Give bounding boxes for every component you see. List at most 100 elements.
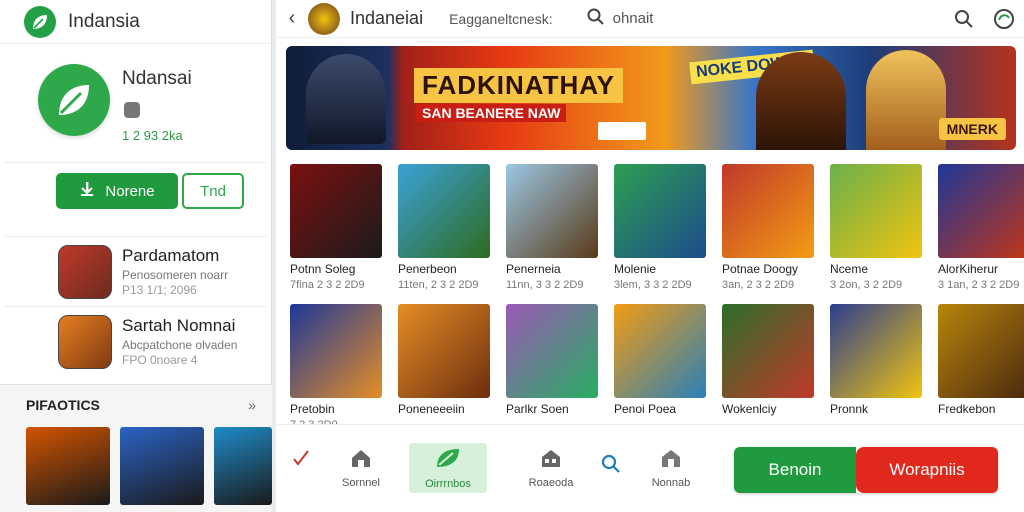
nav-library-label: Oirrrnbos	[425, 477, 471, 490]
featured-section: PIFAOTICS »	[0, 384, 272, 512]
game-card[interactable]: Nceme 3 2on, 3 2 2D9	[830, 164, 934, 300]
game-title: AlorKiherur	[938, 262, 999, 276]
game-thumbnail	[938, 304, 1024, 398]
promo-banner[interactable]: FADKINATHAY SAN BEANERE NAW NOKE DOWNS M…	[286, 46, 1016, 150]
game-title: Potnn Soleg	[290, 262, 356, 276]
main-panel: ‹ Indaneiai Eagganeltcnesk: ohnait FADKI…	[276, 0, 1024, 512]
game-title: Molenie	[614, 262, 657, 276]
account-icon[interactable]	[984, 8, 1024, 30]
avatar	[58, 314, 112, 369]
search-icon[interactable]	[944, 9, 984, 29]
game-meta: 11ten, 2 3 2 2D9	[398, 279, 479, 291]
user-row[interactable]: Pardamatom Penosomeren noarr P13 1/1; 20…	[4, 236, 267, 306]
user-name: Sartah Nomnai	[122, 316, 236, 335]
leaf-logo-icon	[24, 5, 56, 38]
game-card[interactable]: Wokenlciy	[722, 304, 826, 440]
game-card[interactable]: Poneneeeiin	[398, 304, 502, 440]
game-card[interactable]: Fredkebon	[938, 304, 1024, 440]
game-card[interactable]: Potnn Soleg 7fina 2 3 2 2D9	[290, 164, 394, 300]
nav-library[interactable]: Oirrrnbos	[409, 443, 487, 493]
banner-hero-image	[866, 50, 946, 150]
game-title: Penerneia	[506, 262, 561, 276]
game-meta: 3 2on, 3 2 2D9	[830, 279, 903, 291]
game-card[interactable]: Parlkr Soen	[506, 304, 610, 440]
cta-secondary-button[interactable]: Worapniis	[856, 447, 998, 493]
game-thumbnail	[938, 164, 1024, 258]
game-title: Pronnk	[830, 402, 869, 416]
page-title: Indaneiai	[350, 8, 424, 28]
game-card[interactable]: AlorKiherur 3 1an, 2 3 2 2D9	[938, 164, 1024, 300]
game-thumbnail	[830, 164, 922, 258]
featured-title: PIFAOTICS	[26, 397, 100, 413]
game-meta: 11nn, 3 3 2 2D9	[506, 279, 584, 291]
game-title: Fredkebon	[938, 402, 996, 416]
leaf-icon	[435, 447, 461, 472]
avatar	[58, 244, 112, 299]
game-thumbnail	[290, 304, 382, 398]
secondary-button[interactable]: Tnd	[182, 173, 244, 209]
left-panel: Indansia Ndansai 1 2 93 2ka Norene Tnd P…	[0, 0, 272, 512]
app-window: Indansia Ndansai 1 2 93 2ka Norene Tnd P…	[0, 0, 1024, 512]
featured-thumbnail[interactable]	[120, 427, 204, 505]
download-icon	[79, 181, 95, 201]
nav-downloads-label: Roaeoda	[528, 476, 574, 489]
banner-chip	[598, 122, 646, 140]
banner-badge: MNERK	[938, 118, 1006, 140]
banner-title: FADKINATHAY	[414, 68, 624, 103]
page-subtitle: Eagganeltcnesk:	[449, 10, 553, 27]
search-icon	[587, 8, 605, 30]
game-title: Nceme	[830, 262, 869, 276]
nav-home[interactable]: Sornnel	[322, 443, 400, 493]
banner-hero-image	[756, 52, 846, 150]
game-title: Poneneeeiin	[398, 402, 465, 416]
app-logo-icon	[38, 64, 110, 136]
user-subtitle: Penosomeren noarr	[122, 268, 229, 282]
game-thumbnail	[398, 164, 490, 258]
game-thumbnail	[506, 164, 598, 258]
search-placeholder: ohnait	[612, 10, 654, 27]
bottom-nav: Sornnel Oirrrnbos Roaeoda Nonnab Benoin …	[276, 424, 1024, 512]
featured-thumbnail[interactable]	[214, 427, 272, 505]
game-avatar	[308, 2, 340, 35]
game-title: Penoi Poea	[614, 402, 677, 416]
app-name: Ndansai	[122, 68, 192, 89]
game-card[interactable]: Pretobin7 2 3 2D9	[290, 304, 394, 440]
game-grid: Potnn Soleg 7fina 2 3 2 2D9 Penerbeon 11ten…	[290, 164, 1024, 440]
game-card[interactable]: Molenie 3lem, 3 3 2 2D9	[614, 164, 718, 300]
search-icon	[601, 454, 621, 477]
search-input[interactable]: ohnait	[587, 8, 654, 30]
nav-profile[interactable]: Nonnab	[632, 443, 710, 493]
game-thumbnail	[398, 304, 490, 398]
game-card[interactable]: Penerbeon 11ten, 2 3 2 2D9	[398, 164, 502, 300]
store-icon	[540, 448, 562, 471]
profile-icon	[660, 448, 682, 471]
featured-thumbnail[interactable]	[26, 427, 110, 505]
game-thumbnail	[614, 304, 706, 398]
back-arrow-icon[interactable]: ‹	[276, 7, 308, 30]
game-meta: 3lem, 3 3 2 2D9	[614, 279, 692, 291]
banner-hero-image	[306, 54, 386, 144]
game-card[interactable]: Potnae Doogy 3an, 2 3 2 2D9	[722, 164, 826, 300]
game-card[interactable]: Penoi Poea	[614, 304, 718, 440]
game-card[interactable]: Pronnk	[830, 304, 934, 440]
game-thumbnail	[722, 304, 814, 398]
install-button[interactable]: Norene	[56, 173, 178, 209]
left-header: Indansia	[0, 0, 271, 44]
game-meta: 7fina 2 3 2 2D9	[290, 279, 365, 291]
app-info: Ndansai 1 2 93 2ka	[0, 44, 271, 162]
game-title: Penerbeon	[398, 262, 457, 276]
game-title: Wokenlciy	[722, 402, 777, 416]
banner-subtitle: SAN BEANERE NAW	[416, 104, 567, 122]
game-card[interactable]: Penerneia 11nn, 3 3 2 2D9	[506, 164, 610, 300]
app-size: 1 2 93 2ka	[122, 128, 183, 143]
install-button-label: Norene	[105, 182, 155, 200]
nav-home-label: Sornnel	[342, 476, 380, 489]
nav-profile-label: Nonnab	[651, 476, 691, 489]
cta-primary-button[interactable]: Benoin	[734, 447, 856, 493]
user-date: P13 1/1; 2096	[122, 283, 197, 297]
see-all-icon[interactable]: »	[248, 397, 256, 413]
user-row[interactable]: Sartah Nomnai Abcpatchone olvaden FPO 0n…	[4, 306, 267, 376]
app-title: Indansia	[68, 10, 140, 32]
developer-icon	[124, 102, 140, 118]
game-title: Potnae Doogy	[722, 262, 799, 276]
